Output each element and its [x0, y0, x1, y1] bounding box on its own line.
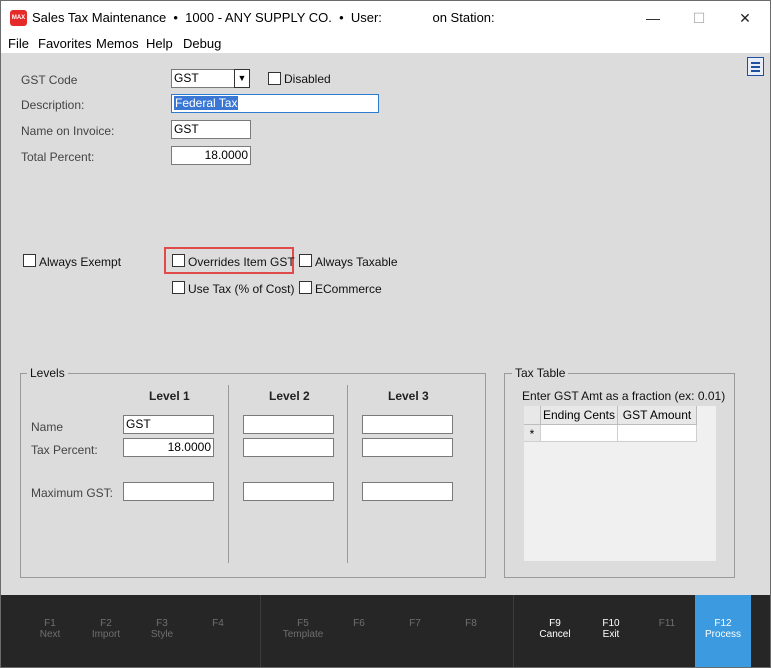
row-header-corner — [524, 406, 541, 425]
function-key-bar: F1 Next F2 Import F3 Style F4 F5 Template F6… — [1, 595, 770, 667]
gst-amount-column[interactable]: GST Amount — [618, 406, 697, 425]
total-percent-field[interactable]: 18.0000 — [171, 146, 251, 165]
level-2-max-gst-field[interactable] — [243, 482, 334, 501]
app-logo-icon: MAX — [10, 10, 27, 26]
level-1-max-gst-field[interactable] — [123, 482, 214, 501]
f9-cancel-button[interactable]: F9 Cancel — [527, 595, 583, 667]
description-label: Description: — [21, 98, 85, 112]
form-panel: GST Code GST ▼ Disabled Description: Fed… — [1, 53, 770, 595]
always-taxable-checkbox[interactable] — [299, 254, 312, 267]
f1-button[interactable]: F1 Next — [22, 595, 78, 667]
minimize-button[interactable]: — — [630, 5, 676, 31]
f7-button[interactable]: F7 — [387, 595, 443, 667]
close-button[interactable]: ✕ — [722, 5, 768, 31]
description-value: Federal Tax — [174, 96, 239, 110]
f3-button[interactable]: F3 Style — [134, 595, 190, 667]
level-1-name-field[interactable]: GST — [123, 415, 214, 434]
f6-button[interactable]: F6 — [331, 595, 387, 667]
level-divider — [228, 385, 229, 563]
gst-code-label: GST Code — [21, 73, 78, 87]
tax-table-hint: Enter GST Amt as a fraction (ex: 0.01) — [522, 389, 726, 403]
fkey-divider — [260, 595, 261, 667]
tax-table-grid[interactable]: Ending Cents GST Amount * — [524, 406, 716, 561]
use-tax-label: Use Tax (% of Cost) — [188, 282, 295, 296]
ending-cents-cell[interactable] — [541, 425, 618, 442]
level-3-max-gst-field[interactable] — [362, 482, 453, 501]
ecommerce-label: ECommerce — [315, 282, 382, 296]
disabled-label: Disabled — [284, 72, 331, 86]
f2-button[interactable]: F2 Import — [78, 595, 134, 667]
level-2-name-field[interactable] — [243, 415, 334, 434]
description-field[interactable]: Federal Tax — [171, 94, 379, 113]
level-3-name-field[interactable] — [362, 415, 453, 434]
level-3-header: Level 3 — [388, 389, 429, 403]
level-1-tax-percent-field[interactable]: 18.0000 — [123, 438, 214, 457]
use-tax-checkbox[interactable] — [172, 281, 185, 294]
levels-title: Levels — [27, 366, 68, 380]
gst-code-dropdown[interactable]: GST — [171, 69, 235, 88]
always-exempt-label: Always Exempt — [39, 255, 122, 269]
menu-bar: File Favorites Memos Help Debug — [1, 33, 770, 53]
window-title: Sales Tax Maintenance • 1000 - ANY SUPPL… — [32, 10, 495, 25]
levels-max-gst-label: Maximum GST: — [31, 486, 114, 500]
overrides-item-gst-label: Overrides Item GST — [188, 255, 295, 269]
total-percent-label: Total Percent: — [21, 150, 95, 164]
overrides-item-gst-checkbox[interactable] — [172, 254, 185, 267]
f10-exit-button[interactable]: F10 Exit — [583, 595, 639, 667]
gst-amount-cell[interactable] — [618, 425, 697, 442]
tax-table-title: Tax Table — [512, 366, 569, 380]
name-on-invoice-label: Name on Invoice: — [21, 124, 115, 138]
levels-name-label: Name — [31, 420, 64, 434]
disabled-checkbox[interactable] — [268, 72, 281, 85]
ecommerce-checkbox[interactable] — [299, 281, 312, 294]
f4-button[interactable]: F4 — [190, 595, 246, 667]
f12-process-button[interactable]: F12 Process — [695, 595, 751, 667]
f11-button[interactable]: F11 — [639, 595, 695, 667]
chevron-down-icon[interactable]: ▼ — [234, 69, 250, 88]
always-taxable-label: Always Taxable — [315, 255, 398, 269]
hamburger-menu-icon[interactable] — [747, 57, 764, 76]
menu-file[interactable]: File — [8, 36, 29, 51]
levels-tax-percent-label: Tax Percent: — [31, 443, 98, 457]
level-3-tax-percent-field[interactable] — [362, 438, 453, 457]
title-bar: MAX Sales Tax Maintenance • 1000 - ANY S… — [1, 1, 770, 33]
fkey-divider — [513, 595, 514, 667]
level-2-tax-percent-field[interactable] — [243, 438, 334, 457]
menu-memos[interactable]: Memos — [96, 36, 139, 51]
menu-debug[interactable]: Debug — [183, 36, 221, 51]
new-row-marker: * — [524, 425, 541, 442]
level-divider — [347, 385, 348, 563]
level-1-header: Level 1 — [149, 389, 190, 403]
menu-favorites[interactable]: Favorites — [38, 36, 91, 51]
f8-button[interactable]: F8 — [443, 595, 499, 667]
level-2-header: Level 2 — [269, 389, 310, 403]
maximize-button[interactable]: ☐ — [676, 5, 722, 31]
sales-tax-window: MAX Sales Tax Maintenance • 1000 - ANY S… — [0, 0, 771, 668]
menu-help[interactable]: Help — [146, 36, 173, 51]
levels-group — [20, 373, 486, 578]
name-on-invoice-field[interactable]: GST — [171, 120, 251, 139]
f5-button[interactable]: F5 Template — [275, 595, 331, 667]
always-exempt-checkbox[interactable] — [23, 254, 36, 267]
ending-cents-column[interactable]: Ending Cents — [541, 406, 618, 425]
